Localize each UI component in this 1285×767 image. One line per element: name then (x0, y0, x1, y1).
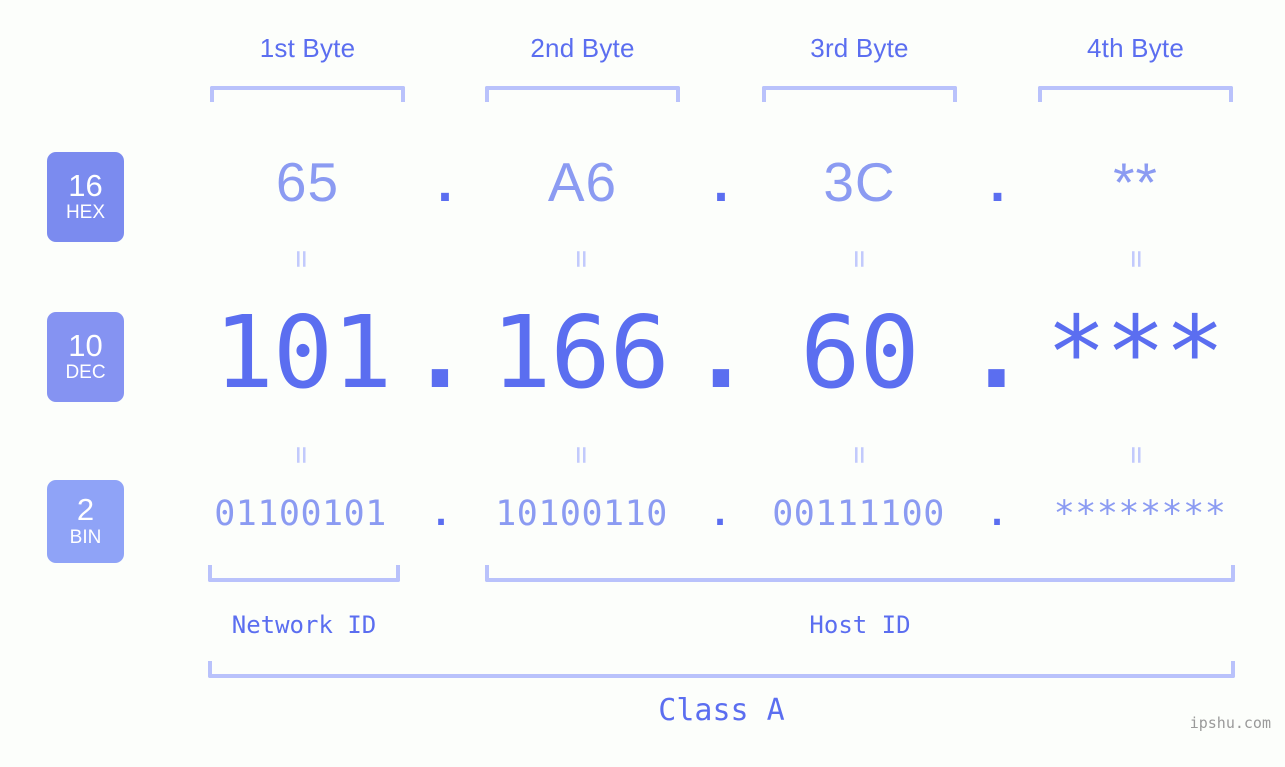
equals-connector-hex-dec-3: = (842, 249, 877, 269)
equals-connector-hex-dec-1: = (284, 249, 319, 269)
equals-connector-hex-dec-2: = (564, 249, 599, 269)
bin-separator-1: . (430, 494, 452, 534)
equals-connector-dec-bin-3: = (842, 445, 877, 465)
hex-octet-4: ** (1113, 151, 1158, 213)
bin-octet-3: 00111100 (772, 494, 945, 534)
base-badge-hex-unit: HEX (65, 202, 106, 224)
byte-bracket-1 (210, 86, 405, 102)
byte-bracket-3 (762, 86, 957, 102)
host-id-bracket (485, 565, 1235, 582)
watermark: ipshu.com (1189, 714, 1271, 732)
host-id-label: Host ID (809, 611, 911, 639)
bin-separator-3: . (986, 494, 1008, 534)
bin-octet-2: 10100110 (495, 494, 668, 534)
class-bracket (208, 661, 1235, 678)
byte-header-2: 2nd Byte (530, 33, 635, 63)
base-badge-dec-number: 10 (68, 327, 103, 363)
class-label: Class A (658, 693, 785, 728)
byte-bracket-2 (485, 86, 680, 102)
network-id-bracket (208, 565, 400, 582)
dec-octet-3: 60 (800, 294, 919, 411)
hex-separator-2: . (713, 151, 729, 213)
base-badge-bin-number: 2 (76, 492, 95, 528)
dec-octet-4: *** (1046, 294, 1225, 411)
network-id-label: Network ID (231, 611, 377, 639)
byte-bracket-4 (1038, 86, 1233, 102)
byte-header-4: 4th Byte (1087, 33, 1184, 63)
hex-octet-1: 65 (275, 151, 340, 213)
dec-octet-1: 101 (213, 294, 393, 411)
equals-connector-dec-bin-2: = (564, 445, 599, 465)
dec-separator-1: . (409, 294, 471, 411)
hex-octet-2: A6 (547, 151, 618, 213)
base-badge-bin: 2 BIN (47, 480, 124, 563)
dec-separator-3: . (966, 294, 1027, 411)
byte-header-1: 1st Byte (259, 33, 356, 63)
base-badge-bin-unit: BIN (69, 526, 102, 548)
ip-breakdown-diagram: 1st Byte 2nd Byte 3rd Byte 4th Byte 16 H… (0, 0, 1285, 767)
bin-octet-1: 01100101 (214, 494, 387, 534)
dec-separator-2: . (690, 294, 752, 411)
hex-separator-1: . (437, 151, 453, 213)
bin-octet-4: ******** (1053, 494, 1227, 534)
equals-connector-dec-bin-1: = (284, 445, 319, 465)
base-badge-hex-number: 16 (68, 167, 103, 203)
base-badge-dec-unit: DEC (65, 362, 106, 384)
hex-separator-3: . (989, 151, 1006, 213)
dec-octet-2: 166 (491, 294, 670, 411)
base-badge-hex: 16 HEX (47, 152, 124, 242)
equals-connector-dec-bin-4: = (1119, 445, 1154, 465)
bin-separator-2: . (709, 494, 731, 534)
hex-octet-3: 3C (823, 151, 896, 213)
byte-header-3: 3rd Byte (810, 33, 909, 63)
base-badge-dec: 10 DEC (47, 312, 124, 402)
equals-connector-hex-dec-4: = (1119, 249, 1154, 269)
